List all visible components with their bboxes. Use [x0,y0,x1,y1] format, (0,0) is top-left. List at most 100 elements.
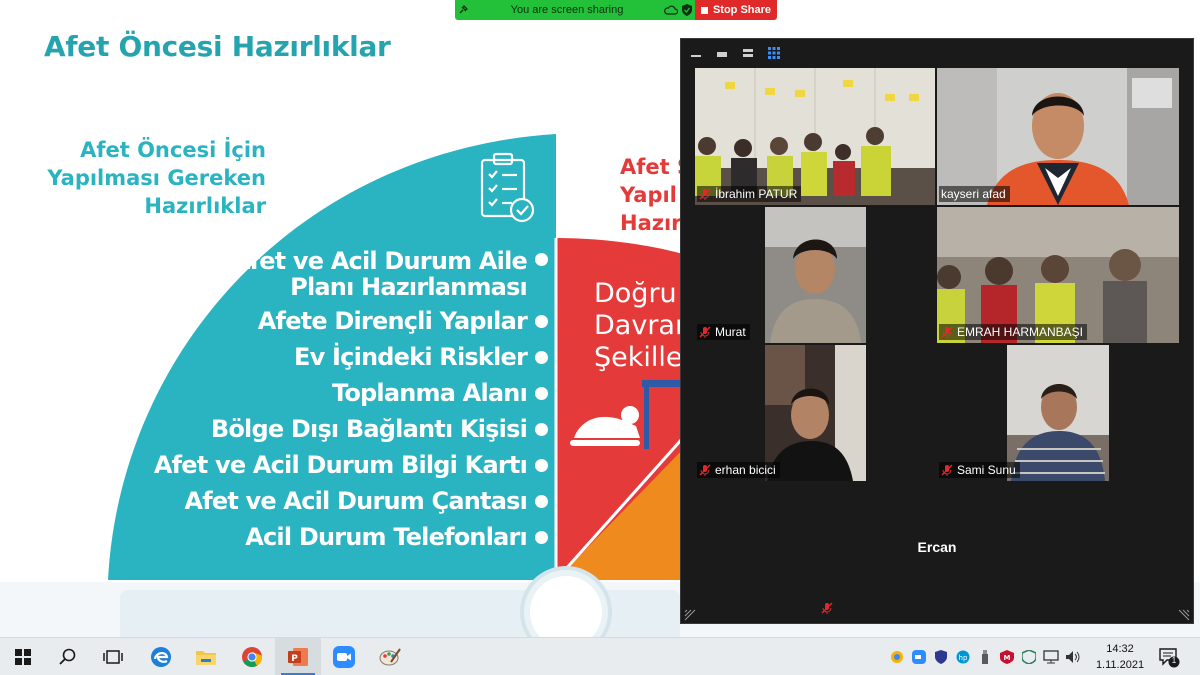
pin-icon[interactable] [455,2,471,18]
windows-taskbar: P hp M 14:32 1.11.2021 1 [0,637,1200,675]
list-item: Bölge Dışı Bağlantı Kişisi [140,411,548,447]
participant-tile[interactable]: Murat [695,207,935,343]
list-item-text: Afet ve Acil Durum Bilgi Kartı [153,451,528,479]
shield-check-icon [679,2,695,18]
color-picker-icon[interactable] [886,638,908,675]
clock-date: 1.11.2021 [1095,659,1145,671]
zoom-icon [333,646,355,668]
folder-icon [196,651,216,665]
taskbar-app-file-explorer[interactable] [183,638,229,675]
section-heading-line: Hazırlıklar [144,194,266,218]
speaker-view-icon[interactable] [715,46,729,60]
task-view-button[interactable] [90,638,136,675]
muted-mic-icon [941,326,953,338]
list-item: Toplanma Alanı [140,375,548,411]
bullet-dot [535,458,548,472]
participant-mute-indicator [819,600,841,616]
list-item: Ev İçindeki Riskler [140,339,548,375]
participant-tile[interactable]: Sami Sunu [937,345,1179,481]
volume-icon[interactable] [1062,638,1084,675]
participant-name-label: Sami Sunu [939,462,1020,478]
section-heading-line: Yapılması Gereken [47,166,266,190]
red-segment-line: Davran [594,310,693,341]
bullet-dot [535,350,548,364]
list-item-text: Bölge Dışı Bağlantı Kişisi [210,415,528,443]
search-icon [59,648,76,665]
participant-name: Murat [715,325,746,339]
list-item-text: Afet ve Acil Durum Çantası [184,487,527,515]
section-heading-line: Afet Öncesi İçin [80,138,266,162]
network-icon[interactable] [1040,638,1062,675]
list-item-text: Planı Hazırlanması [290,273,528,301]
svg-text:P: P [291,654,298,664]
search-button[interactable] [45,638,91,675]
sharing-status-text: You are screen sharing [510,4,624,16]
muted-mic-icon [699,464,711,476]
participant-video [937,68,1179,205]
list-item-text: Afete Dirençli Yapılar [257,307,528,335]
windows-logo-icon [15,649,31,665]
red-segment-line: Doğru [594,278,677,309]
participant-video [937,207,1179,343]
bullet-dot [535,253,548,266]
list-item: Afete Dirençli Yapılar [140,303,548,339]
taskbar-clock[interactable]: 14:32 1.11.2021 [1092,641,1148,673]
red-segment-text: Doğru Davran Şekiller [594,278,694,374]
chrome-icon [242,647,263,667]
participant-name: İbrahim PATUR [715,187,798,201]
participant-tile[interactable]: erhan bicici [695,345,935,481]
cloud-icon [663,2,679,18]
security-shield-icon[interactable] [930,638,952,675]
participant-tile[interactable]: EMRAH HARMANBAŞI [937,207,1179,343]
taskbar-app-chrome[interactable] [229,638,275,675]
muted-mic-icon [699,188,711,200]
list-item: Afet ve Acil Durum Çantası [140,483,548,519]
notification-center-button[interactable]: 1 [1158,646,1180,668]
hp-icon[interactable]: hp [952,638,974,675]
zoom-tray-icon[interactable] [908,638,930,675]
taskbar-app-paint[interactable] [367,638,413,675]
participant-name: EMRAH HARMANBAŞI [957,325,1084,339]
muted-mic-icon [941,464,953,476]
start-button[interactable] [0,638,46,675]
participant-video [695,68,935,205]
resize-handle-icon[interactable] [1178,608,1190,621]
participant-name: Sami Sunu [957,463,1016,477]
usb-drive-icon[interactable] [974,638,996,675]
screen-share-bar: You are screen sharing Stop Share [455,0,777,20]
participant-name: kayseri afad [941,187,1006,201]
stop-icon [700,6,708,14]
minimize-video-icon[interactable] [689,46,703,60]
bullet-dot [535,422,548,436]
powerpoint-icon: P [288,648,308,666]
stop-share-button[interactable]: Stop Share [695,0,777,20]
gallery-view-icon[interactable] [767,46,781,60]
participant-video [765,345,866,481]
participant-tile[interactable]: İbrahim PATUR [695,68,935,205]
defender-icon[interactable] [1018,638,1040,675]
section-heading: Afet Öncesi İçin Yapılması Gereken Hazır… [30,136,266,220]
participant-name: erhan bicici [715,463,776,477]
participant-name-label: EMRAH HARMANBAŞI [939,324,1088,340]
participant-name-label: Murat [697,324,750,340]
taskbar-app-zoom[interactable] [321,638,367,675]
strip-view-icon[interactable] [741,46,755,60]
taskbar-app-powerpoint[interactable]: P [275,638,321,675]
list-item-text: Ev İçindeki Riskler [294,343,528,371]
taskbar-app-edge[interactable] [138,638,184,675]
resize-handle-icon[interactable] [684,608,696,621]
slide-title: Afet Öncesi Hazırlıklar [44,30,391,63]
sharing-status[interactable]: You are screen sharing [455,0,695,20]
paint-palette-icon [379,648,401,666]
antivirus-icon[interactable]: M [996,638,1018,675]
participant-tile-active-speaker[interactable]: kayseri afad [937,68,1179,205]
bullet-dot [535,530,548,544]
participant-video [765,207,866,343]
participant-name-label: İbrahim PATUR [697,186,802,202]
list-item: Acil Durum Telefonları [140,519,548,555]
list-item-text: Acil Durum Telefonları [245,523,528,551]
stop-share-label: Stop Share [712,4,772,16]
participant-name-label: erhan bicici [697,462,780,478]
participant-name: Ercan [917,539,957,555]
edge-icon [151,647,171,667]
